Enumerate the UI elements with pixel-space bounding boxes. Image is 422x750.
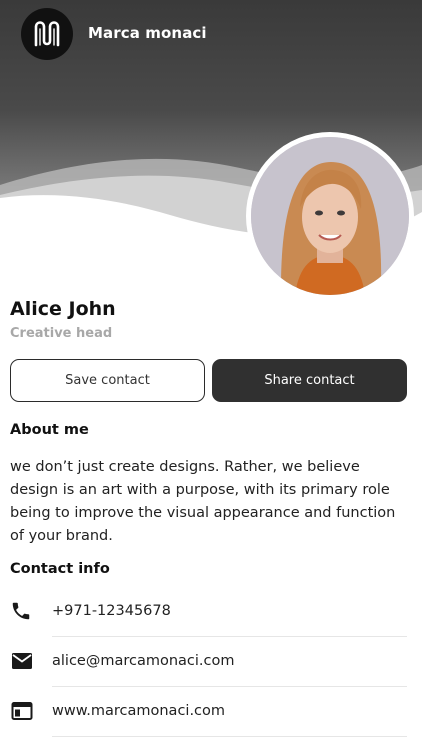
script-m-logo-icon	[34, 21, 60, 47]
save-contact-button[interactable]: Save contact	[10, 359, 205, 402]
web-icon	[10, 698, 36, 724]
contact-web-row[interactable]: www.marcamonaci.com	[10, 686, 407, 737]
contact-phone-row[interactable]: +971-12345678	[10, 586, 407, 637]
brand-logo	[21, 8, 73, 60]
contact-heading: Contact info	[10, 561, 110, 577]
phone-icon	[10, 598, 36, 624]
share-contact-button[interactable]: Share contact	[212, 359, 407, 402]
about-text: we don’t just create designs. Rather, we…	[10, 459, 396, 544]
contact-phone-value[interactable]: +971-12345678	[52, 586, 407, 637]
contact-email-value[interactable]: alice@marcamonaci.com	[52, 636, 407, 687]
contact-email-row[interactable]: alice@marcamonaci.com	[10, 636, 407, 687]
brand-name: Marca monaci	[88, 24, 207, 42]
avatar	[246, 132, 414, 300]
email-icon	[10, 648, 36, 674]
profile-title: Creative head	[10, 326, 113, 341]
contact-web-value[interactable]: www.marcamonaci.com	[52, 686, 407, 737]
profile-photo	[251, 137, 409, 295]
about-heading: About me	[10, 422, 89, 438]
profile-name: Alice John	[10, 298, 116, 320]
